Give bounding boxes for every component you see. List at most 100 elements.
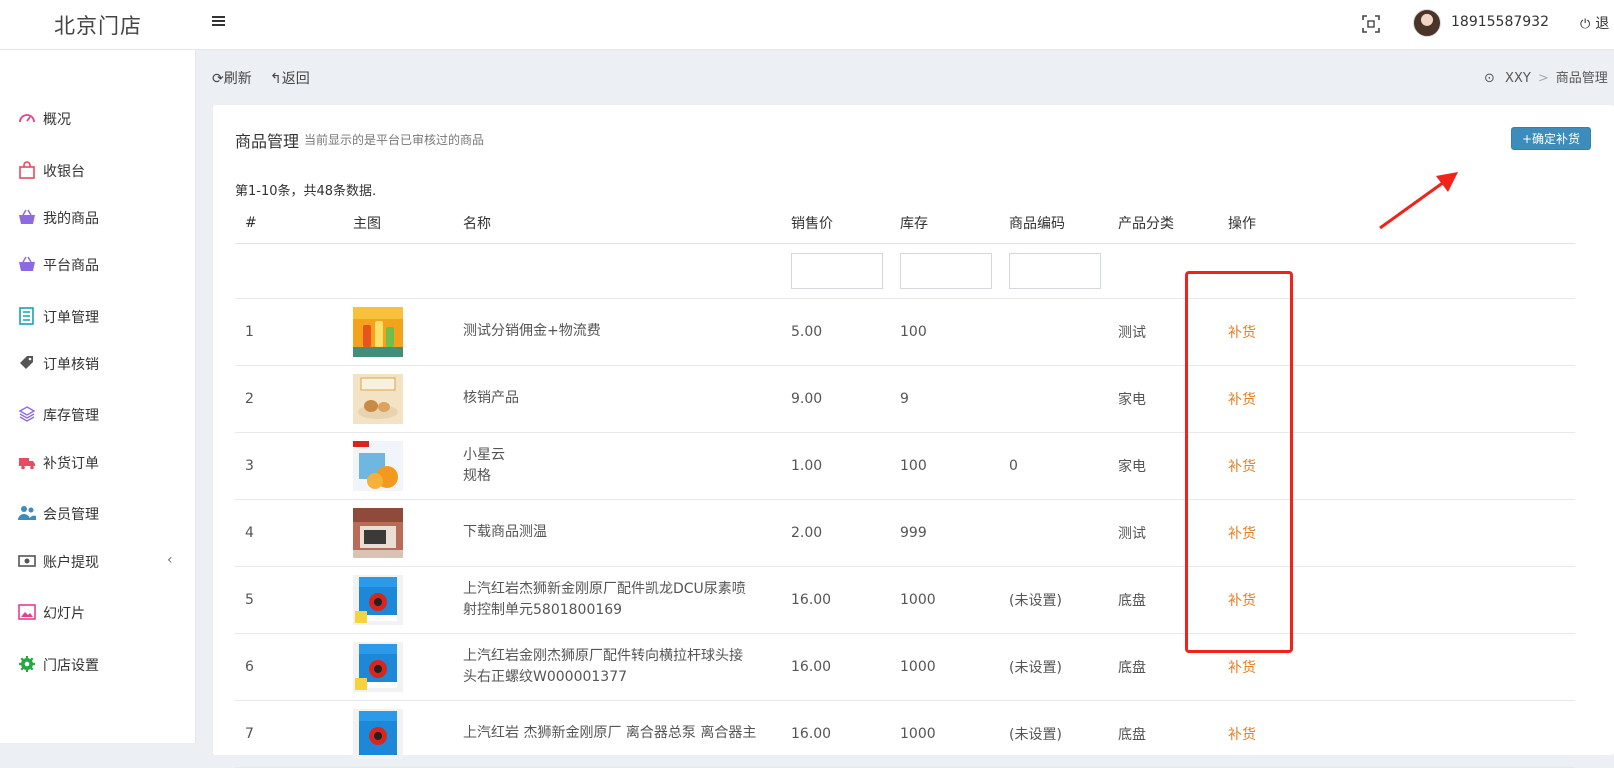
username[interactable]: 18915587932 bbox=[1451, 14, 1549, 30]
restock-link[interactable]: 补货 bbox=[1228, 325, 1256, 341]
table-row: 2 核销产品 9.00 9 家电 补货 bbox=[235, 365, 1575, 433]
restock-link[interactable]: 补货 bbox=[1228, 593, 1256, 609]
product-price: 9.00 bbox=[781, 365, 890, 433]
product-price: 16.00 bbox=[781, 566, 890, 634]
product-name[interactable]: 核销产品 bbox=[463, 390, 519, 406]
restock-link[interactable]: 补货 bbox=[1228, 660, 1256, 676]
menu-toggle-icon[interactable] bbox=[212, 14, 226, 28]
refresh-icon: ⟳ bbox=[212, 71, 224, 87]
product-category: 测试 bbox=[1108, 499, 1218, 567]
product-stock: 100 bbox=[890, 298, 999, 366]
sidebar-item-members[interactable]: 会员管理 bbox=[0, 493, 196, 533]
product-code: (未设置) bbox=[999, 566, 1108, 634]
product-price: 16.00 bbox=[781, 700, 890, 768]
stock-filter-input[interactable] bbox=[900, 252, 992, 289]
product-category: 家电 bbox=[1108, 432, 1218, 500]
product-price: 2.00 bbox=[781, 499, 890, 567]
column-header-index[interactable]: # bbox=[235, 203, 343, 244]
product-thumbnail[interactable] bbox=[353, 641, 403, 692]
sidebar-item-slides[interactable]: 幻灯片 bbox=[0, 592, 196, 632]
product-code: (未设置) bbox=[999, 700, 1108, 768]
column-header-stock[interactable]: 库存 bbox=[890, 203, 999, 244]
table-header-row: # 主图 名称 销售价 库存 商品编码 产品分类 操作 bbox=[235, 203, 1575, 244]
restock-link[interactable]: 补货 bbox=[1228, 459, 1256, 475]
product-stock: 100 bbox=[890, 432, 999, 500]
product-stock: 1000 bbox=[890, 700, 999, 768]
refresh-button[interactable]: ⟳刷新 bbox=[212, 68, 252, 88]
product-thumbnail[interactable] bbox=[353, 507, 403, 558]
layers-icon bbox=[18, 406, 36, 422]
table-row: 4 下载商品测温 2.00 999 测试 补货 bbox=[235, 499, 1575, 567]
breadcrumb-current: 商品管理 bbox=[1555, 71, 1608, 86]
shopping-bag-icon bbox=[19, 161, 35, 179]
product-code: (未设置) bbox=[999, 633, 1108, 701]
column-header-code[interactable]: 商品编码 bbox=[999, 203, 1108, 244]
logout-button[interactable]: ⏻ 退 bbox=[1580, 13, 1609, 33]
product-stock: 999 bbox=[890, 499, 999, 567]
column-header-price[interactable]: 销售价 bbox=[781, 203, 890, 244]
column-header-category[interactable]: 产品分类 bbox=[1108, 203, 1218, 244]
product-thumbnail[interactable] bbox=[353, 440, 403, 491]
breadcrumb-root[interactable]: XXY bbox=[1505, 71, 1531, 86]
sidebar-item-store-settings[interactable]: 门店设置 bbox=[0, 644, 196, 684]
row-index: 6 bbox=[235, 633, 343, 701]
sidebar-item-order-verify[interactable]: 订单核销 bbox=[0, 343, 196, 383]
avatar[interactable] bbox=[1413, 9, 1441, 37]
column-header-name[interactable]: 名称 bbox=[453, 203, 781, 244]
breadcrumb: ⊙ XXY > 商品管理 bbox=[1484, 67, 1608, 86]
product-name[interactable]: 下载商品测温 bbox=[463, 524, 547, 540]
product-price: 1.00 bbox=[781, 432, 890, 500]
gear-icon bbox=[19, 656, 35, 672]
sidebar-item-platform-goods[interactable]: 平台商品 bbox=[0, 244, 196, 284]
filter-row bbox=[235, 243, 1575, 299]
product-name[interactable]: 小星云 bbox=[463, 447, 505, 463]
product-category: 家电 bbox=[1108, 365, 1218, 433]
product-code bbox=[999, 365, 1108, 433]
confirm-restock-button[interactable]: +确定补货 bbox=[1511, 127, 1591, 150]
product-code bbox=[999, 499, 1108, 567]
list-icon bbox=[19, 307, 34, 325]
row-index: 4 bbox=[235, 499, 343, 567]
fullscreen-icon[interactable] bbox=[1361, 14, 1381, 34]
product-name[interactable]: 上汽红岩杰狮新金刚原厂配件凯龙DCU尿素喷 bbox=[463, 581, 746, 597]
back-button[interactable]: ↰返回 bbox=[270, 68, 310, 88]
product-code: 0 bbox=[999, 432, 1108, 500]
top-header: 北京门店 18915587932 ⏻ 退 bbox=[0, 0, 1614, 50]
sidebar-item-my-goods[interactable]: 我的商品 bbox=[0, 197, 196, 237]
price-filter-input[interactable] bbox=[791, 252, 883, 289]
product-thumbnail[interactable] bbox=[353, 306, 403, 357]
row-index: 5 bbox=[235, 566, 343, 634]
restock-link[interactable]: 补货 bbox=[1228, 526, 1256, 542]
restock-link[interactable]: 补货 bbox=[1228, 727, 1256, 743]
code-filter-input[interactable] bbox=[1009, 252, 1101, 289]
column-header-action: 操作 bbox=[1218, 203, 1575, 244]
sidebar-item-cashier[interactable]: 收银台 bbox=[0, 150, 196, 190]
sidebar-item-withdraw[interactable]: 账户提现 ‹ bbox=[0, 541, 196, 581]
product-price: 5.00 bbox=[781, 298, 890, 366]
product-name[interactable]: 测试分销佣金+物流费 bbox=[463, 323, 601, 339]
product-stock: 9 bbox=[890, 365, 999, 433]
page-title: 商品管理 bbox=[235, 132, 300, 151]
sidebar-item-overview[interactable]: 概况 bbox=[0, 98, 196, 138]
power-icon: ⏻ bbox=[1580, 17, 1591, 32]
reply-icon: ↰ bbox=[270, 71, 282, 87]
truck-icon bbox=[19, 458, 35, 470]
product-thumbnail[interactable] bbox=[353, 574, 403, 625]
product-name-cont: 头右正螺纹W000001377 bbox=[463, 668, 628, 685]
product-name[interactable]: 上汽红岩金刚杰狮原厂配件转向横拉杆球头接 bbox=[463, 648, 743, 664]
goods-card: 商品管理 当前显示的是平台已审核过的商品 +确定补货 第1-10条，共48条数据… bbox=[213, 105, 1614, 768]
product-thumbnail[interactable] bbox=[353, 373, 403, 424]
sidebar-item-inventory[interactable]: 库存管理 bbox=[0, 394, 196, 434]
content-toolbar: ⟳刷新 ↰返回 ⊙ XXY > 商品管理 bbox=[196, 50, 1614, 104]
product-category: 底盘 bbox=[1108, 566, 1218, 634]
basket-icon bbox=[19, 209, 35, 224]
restock-link[interactable]: 补货 bbox=[1228, 392, 1256, 408]
product-category: 测试 bbox=[1108, 298, 1218, 366]
product-price: 16.00 bbox=[781, 633, 890, 701]
sidebar-item-orders[interactable]: 订单管理 bbox=[0, 296, 196, 336]
product-name[interactable]: 上汽红岩 杰狮新金刚原厂 离合器总泵 离合器主 bbox=[463, 725, 756, 741]
sidebar-item-restock-orders[interactable]: 补货订单 bbox=[0, 442, 196, 482]
product-thumbnail[interactable] bbox=[353, 708, 403, 759]
tag-icon bbox=[20, 356, 33, 369]
goods-table: # 主图 名称 销售价 库存 商品编码 产品分类 操作 1 测试分销佣金+物流费… bbox=[235, 203, 1575, 768]
